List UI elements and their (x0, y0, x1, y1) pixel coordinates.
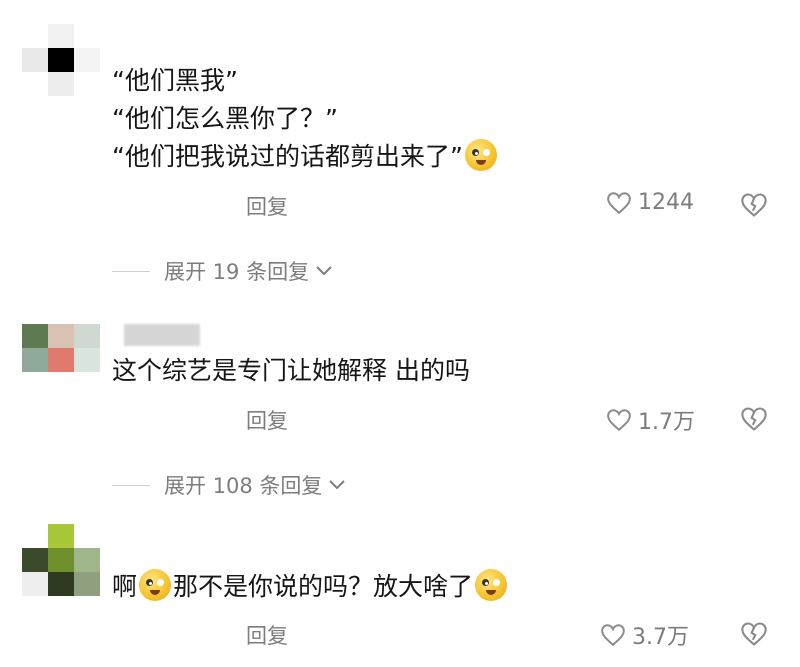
avatar-tile (74, 72, 100, 96)
avatar-tile (74, 548, 100, 572)
avatar-tile (22, 524, 48, 548)
comment-line: “他们怎么黑你了？” (112, 104, 338, 133)
avatar[interactable] (22, 324, 100, 396)
comment-line: “他们黑我” (112, 66, 238, 95)
avatar-tile (48, 548, 74, 572)
reply-button[interactable]: 回复 (246, 620, 288, 650)
avatar[interactable] (22, 524, 100, 596)
chevron-down-icon (316, 266, 332, 276)
comment-line: 这个综艺是专门让她解释 出的吗 (112, 356, 470, 385)
avatar-tile (22, 572, 48, 596)
avatar-tile (22, 548, 48, 572)
expand-replies-label: 展开 19 条回复 (164, 260, 310, 284)
avatar-tile (74, 24, 100, 48)
avatar-tile (48, 324, 74, 348)
avatar-tile (74, 348, 100, 372)
chevron-down-icon (329, 480, 346, 490)
avatar-tile (74, 324, 100, 348)
avatar-tile (22, 348, 48, 372)
avatar-tile (22, 372, 48, 396)
expand-replies-label: 展开 108 条回复 (164, 474, 323, 498)
emoji-face-icon (139, 569, 172, 601)
comment-line-prefix: 啊 (112, 572, 138, 601)
like-button[interactable]: 1244 (606, 190, 694, 215)
divider (112, 270, 150, 272)
avatar-tile (48, 524, 74, 548)
like-count: 1.7万 (638, 410, 695, 435)
avatar-tile (22, 324, 48, 348)
avatar-tile (22, 24, 48, 48)
comment-line: “他们把我说过的话都剪出来了” (112, 138, 499, 176)
avatar-tile (48, 372, 74, 396)
avatar-tile (22, 48, 48, 72)
comment-line-text: 那不是你说的吗？放大啥了 (173, 572, 474, 601)
like-button[interactable]: 1.7万 (606, 404, 695, 436)
avatar-tile (48, 572, 74, 596)
emoji-face-icon (475, 569, 508, 601)
expand-replies-button[interactable]: 展开 108 条回复 (112, 470, 346, 500)
avatar-tile (74, 372, 100, 396)
reply-button[interactable]: 回复 (246, 405, 288, 435)
heart-outline-icon (601, 624, 625, 647)
comment-line: 啊 那不是你说的吗？放大啥了 (112, 568, 509, 606)
heart-outline-icon (607, 409, 631, 432)
expand-replies-button[interactable]: 展开 19 条回复 (112, 256, 333, 286)
broken-heart-icon[interactable] (740, 192, 768, 218)
like-button[interactable]: 3.7万 (600, 619, 689, 651)
emoji-face-icon (464, 139, 497, 171)
avatar-tile (74, 524, 100, 548)
avatar-tile (48, 72, 74, 96)
reply-button[interactable]: 回复 (246, 191, 288, 221)
comment-text: 这个综艺是专门让她解释 出的吗 (112, 352, 470, 390)
comment-text: 啊 那不是你说的吗？放大啥了 (112, 568, 509, 606)
comment-line-text: “他们把我说过的话都剪出来了” (112, 142, 463, 171)
divider (112, 484, 150, 486)
avatar-tile (22, 72, 48, 96)
heart-outline-icon (607, 191, 631, 214)
username-redacted (124, 324, 200, 346)
avatar[interactable] (22, 24, 100, 96)
like-count: 1244 (638, 190, 694, 215)
comment-text: “他们黑我” “他们怎么黑你了？” “他们把我说过的话都剪出来了” (112, 62, 499, 176)
avatar-tile (48, 48, 74, 72)
avatar-tile (74, 48, 100, 72)
avatar-tile (48, 348, 74, 372)
like-count: 3.7万 (632, 625, 689, 650)
broken-heart-icon[interactable] (740, 406, 768, 432)
avatar-tile (74, 572, 100, 596)
broken-heart-icon[interactable] (740, 621, 768, 647)
avatar-tile (48, 24, 74, 48)
